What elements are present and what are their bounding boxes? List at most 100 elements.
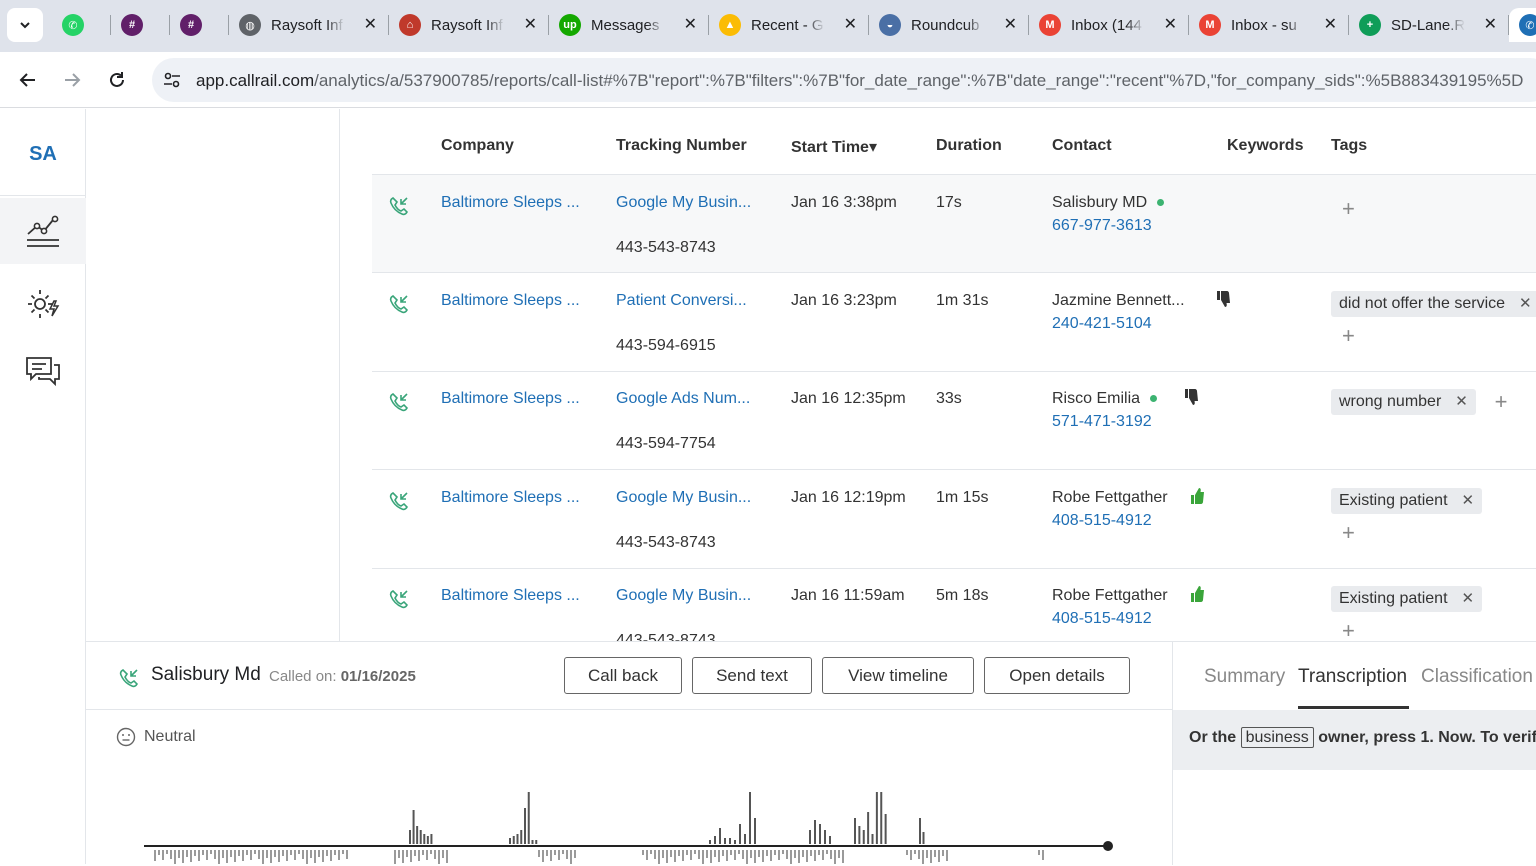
chevron-down-icon xyxy=(20,22,30,29)
contact-phone-link[interactable]: 571-471-3192 xyxy=(1052,413,1152,431)
thumbs-down-icon[interactable] xyxy=(1215,290,1231,313)
duration: 5m 18s xyxy=(936,587,989,604)
source-link[interactable]: Google My Busin... xyxy=(616,194,751,212)
col-header-start-time[interactable]: Start Time▾ xyxy=(791,137,877,157)
source-link[interactable]: Google My Busin... xyxy=(616,489,751,507)
sidebar-item-analytics[interactable] xyxy=(0,198,86,264)
site-info-icon[interactable] xyxy=(162,70,182,90)
remove-tag-icon[interactable]: ✕ xyxy=(1519,295,1532,312)
view-timeline-button[interactable]: View timeline xyxy=(822,657,974,694)
thumbs-up-icon[interactable] xyxy=(1189,585,1205,608)
contact-phone-link[interactable]: 667-977-3613 xyxy=(1052,217,1152,235)
source-link[interactable]: Patient Conversi... xyxy=(616,292,747,310)
browser-tab[interactable]: # xyxy=(170,8,227,42)
tab-summary[interactable]: Summary xyxy=(1204,666,1285,688)
audio-waveform[interactable] xyxy=(144,782,1124,866)
company-link[interactable]: Baltimore Sleeps ... xyxy=(441,587,580,605)
back-button[interactable] xyxy=(12,64,44,96)
browser-tab[interactable]: up Messages ✕ xyxy=(549,8,707,42)
transcript-text: Or the business owner, press 1. Now. To … xyxy=(1189,727,1536,748)
contact-name[interactable]: Jazmine Bennett... xyxy=(1052,292,1185,310)
transcript-highlight[interactable]: business xyxy=(1240,727,1314,748)
thumbs-down-icon[interactable] xyxy=(1183,388,1199,411)
remove-tag-icon[interactable]: ✕ xyxy=(1462,590,1475,607)
col-header-tags[interactable]: Tags xyxy=(1331,137,1367,155)
table-row[interactable]: Baltimore Sleeps ... Google My Busin... 44… xyxy=(372,470,1536,569)
table-row[interactable]: Baltimore Sleeps ... Google My Busin... 44… xyxy=(372,174,1536,273)
waveform-bar xyxy=(402,850,404,863)
close-tab-icon[interactable]: ✕ xyxy=(1324,16,1337,34)
add-tag-icon[interactable]: + xyxy=(1495,391,1508,413)
browser-tab[interactable]: ✆ xyxy=(52,8,109,42)
waveform-bar xyxy=(306,850,308,864)
close-tab-icon[interactable]: ✕ xyxy=(844,16,857,34)
browser-tab[interactable]: ◒ Roundcub ✕ xyxy=(869,8,1027,42)
table-row[interactable]: Baltimore Sleeps ... Google My Busin... 44… xyxy=(372,568,1536,641)
waveform-bar xyxy=(702,850,704,864)
contact-phone-link[interactable]: 408-515-4912 xyxy=(1052,610,1152,628)
company-link[interactable]: Baltimore Sleeps ... xyxy=(441,489,580,507)
forward-button[interactable] xyxy=(56,64,88,96)
browser-tab[interactable]: ◍ Raysoft Inf ✕ xyxy=(229,8,387,42)
tab-transcription[interactable]: Transcription xyxy=(1298,666,1407,688)
close-tab-icon[interactable]: ✕ xyxy=(684,16,697,34)
col-header-contact[interactable]: Contact xyxy=(1052,137,1112,155)
col-header-keywords[interactable]: Keywords xyxy=(1227,137,1303,155)
contact-name[interactable]: Robe Fettgather xyxy=(1052,587,1168,605)
call-back-button[interactable]: Call back xyxy=(564,657,682,694)
waveform-bar xyxy=(419,830,422,844)
browser-tab[interactable]: # xyxy=(111,8,168,42)
thumbs-up-icon[interactable] xyxy=(1189,487,1205,510)
remove-tag-icon[interactable]: ✕ xyxy=(1462,492,1475,509)
col-header-duration[interactable]: Duration xyxy=(936,137,1002,155)
table-row[interactable]: Baltimore Sleeps ... Google Ads Num... 443… xyxy=(372,371,1536,470)
source-link[interactable]: Google Ads Num... xyxy=(616,390,750,408)
contact-phone-link[interactable]: 240-421-5104 xyxy=(1052,315,1152,333)
send-text-button[interactable]: Send text xyxy=(692,657,812,694)
contact-name[interactable]: Risco Emilia xyxy=(1052,390,1158,408)
add-tag-icon[interactable]: + xyxy=(1342,198,1355,220)
waveform-bar xyxy=(884,814,887,844)
tab-search-button[interactable] xyxy=(7,8,43,42)
browser-tab[interactable]: M Inbox - su ✕ xyxy=(1189,8,1347,42)
company-link[interactable]: Baltimore Sleeps ... xyxy=(441,194,580,212)
waveform-bar xyxy=(726,850,728,861)
add-tag-icon[interactable]: + xyxy=(1342,324,1355,347)
col-header-company[interactable]: Company xyxy=(441,137,514,155)
close-tab-icon[interactable]: ✕ xyxy=(364,16,377,34)
add-tag-icon[interactable]: + xyxy=(1342,521,1355,544)
col-header-tracking-number[interactable]: Tracking Number xyxy=(616,137,747,155)
waveform-bar xyxy=(754,818,756,844)
contact-name[interactable]: Robe Fettgather xyxy=(1052,489,1168,507)
browser-tab[interactable]: ✆C xyxy=(1509,8,1536,42)
browser-tab[interactable]: M Inbox (144 ✕ xyxy=(1029,8,1187,42)
account-initials[interactable]: SA xyxy=(0,143,86,166)
add-tag-icon[interactable]: + xyxy=(1342,620,1355,642)
waveform-bar xyxy=(686,850,688,855)
sidebar-item-conversations[interactable] xyxy=(0,339,86,405)
close-tab-icon[interactable]: ✕ xyxy=(1164,16,1177,34)
close-tab-icon[interactable]: ✕ xyxy=(1004,16,1017,34)
source-link[interactable]: Google My Busin... xyxy=(616,587,751,605)
table-row[interactable]: Baltimore Sleeps ... Patient Conversi... 4… xyxy=(372,273,1536,372)
browser-tab[interactable]: ▲ Recent - G ✕ xyxy=(709,8,867,42)
company-link[interactable]: Baltimore Sleeps ... xyxy=(441,292,580,310)
close-tab-icon[interactable]: ✕ xyxy=(1484,16,1497,34)
remove-tag-icon[interactable]: ✕ xyxy=(1455,393,1468,410)
browser-tab[interactable]: ⌂ Raysoft Inf ✕ xyxy=(389,8,547,42)
company-link[interactable]: Baltimore Sleeps ... xyxy=(441,390,580,408)
browser-tab[interactable]: + SD-Lane.R ✕ xyxy=(1349,8,1507,42)
contact-name[interactable]: Salisbury MD xyxy=(1052,194,1165,212)
address-bar[interactable]: app.callrail.com/analytics/a/537900785/r… xyxy=(152,58,1536,102)
reload-button[interactable] xyxy=(101,64,133,96)
waveform-bar xyxy=(202,850,204,855)
waveform-bar xyxy=(342,850,344,854)
close-tab-icon[interactable]: ✕ xyxy=(524,16,537,34)
open-details-button[interactable]: Open details xyxy=(984,657,1130,694)
sidebar-item-settings[interactable] xyxy=(0,271,86,337)
chat-icon xyxy=(26,357,60,387)
contact-phone-link[interactable]: 408-515-4912 xyxy=(1052,512,1152,530)
tab-classification[interactable]: Classification xyxy=(1421,666,1533,688)
waveform-bar xyxy=(558,850,560,860)
waveform-bar xyxy=(524,808,526,844)
